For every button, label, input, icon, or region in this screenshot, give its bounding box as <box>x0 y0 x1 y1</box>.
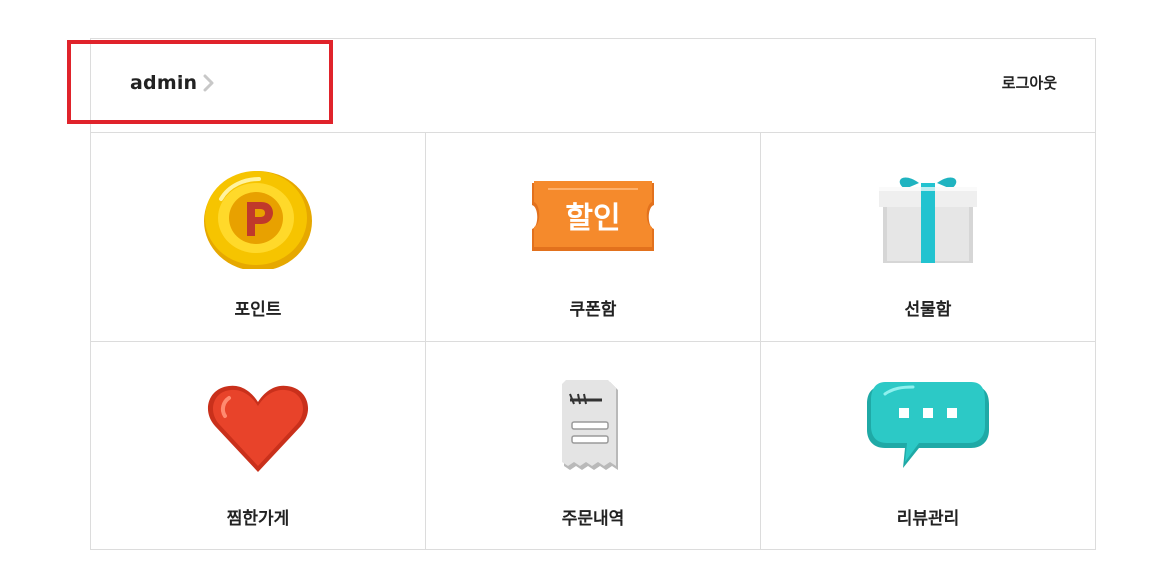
menu-item-reviews[interactable]: 리뷰관리 <box>761 342 1095 549</box>
receipt-icon <box>562 380 618 470</box>
menu-item-orders[interactable]: 주문내역 <box>426 342 761 549</box>
user-profile-link[interactable]: admin <box>130 72 215 94</box>
mypage-menu-grid: 포인트 할인 쿠폰함 선물함 찜한가게 주문내역 리뷰관리 <box>91 133 1095 549</box>
menu-item-gifts[interactable]: 선물함 <box>761 133 1095 342</box>
chevron-right-icon <box>203 74 214 92</box>
coupon-icon-text: 할인 <box>565 201 620 236</box>
menu-label: 찜한가게 <box>226 509 290 529</box>
coupon-ticket-icon: 할인 <box>532 181 654 251</box>
gift-box-icon <box>879 177 977 263</box>
menu-label: 선물함 <box>904 300 952 320</box>
menu-item-coupons[interactable]: 할인 쿠폰함 <box>426 133 761 342</box>
mypage-header: admin 로그아웃 <box>91 39 1095 133</box>
menu-item-favorites[interactable]: 찜한가게 <box>91 342 426 549</box>
menu-label: 포인트 <box>234 300 282 320</box>
logout-button[interactable]: 로그아웃 <box>1002 72 1057 93</box>
heart-icon <box>207 385 309 472</box>
menu-label: 주문내역 <box>561 509 625 529</box>
point-coin-icon <box>204 171 312 269</box>
mypage-panel: admin 로그아웃 포인트 할인 쿠폰함 선물함 찜한가게 주문내역 리뷰관리 <box>90 38 1096 550</box>
menu-label: 쿠폰함 <box>569 300 617 320</box>
speech-bubble-icon <box>867 382 989 468</box>
username: admin <box>130 72 198 94</box>
menu-item-points[interactable]: 포인트 <box>91 133 426 342</box>
menu-label: 리뷰관리 <box>896 509 960 529</box>
